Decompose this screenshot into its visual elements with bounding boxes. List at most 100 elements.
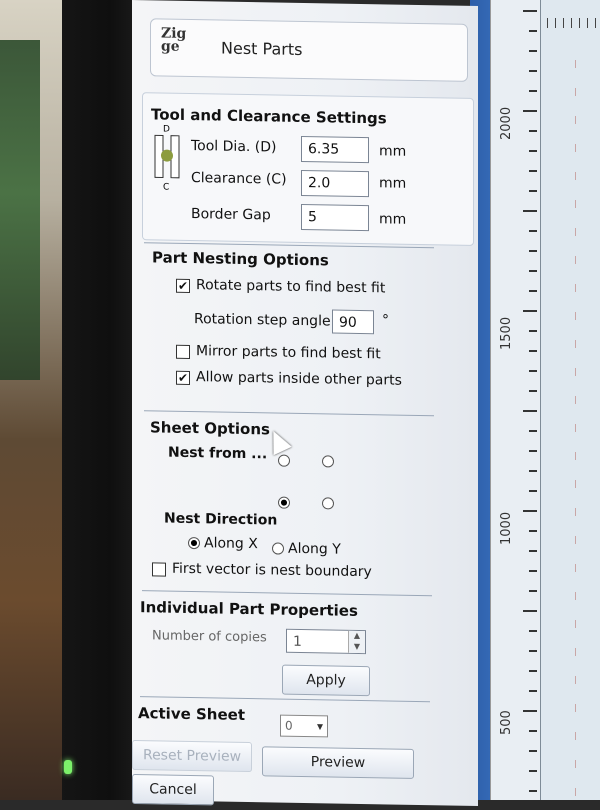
- ruler-tick: [529, 590, 537, 592]
- panel-title: Nest Parts: [221, 38, 303, 59]
- active-sheet-select[interactable]: 0 ▾: [280, 714, 328, 738]
- drawing-canvas[interactable]: [540, 0, 600, 800]
- ruler-tick: [529, 190, 537, 192]
- divider-2: [144, 410, 434, 417]
- sheet-boundary-dash: [575, 284, 576, 292]
- along-y-radio[interactable]: [272, 542, 284, 555]
- sheet-boundary-dash: [575, 200, 576, 208]
- sheet-boundary-dash: [575, 396, 576, 404]
- ruler-label-500: 500: [499, 710, 514, 735]
- spin-up-icon[interactable]: ▲: [349, 631, 365, 642]
- along-x-label: Along X: [204, 535, 258, 553]
- along-x-radio[interactable]: ●: [188, 536, 200, 550]
- tool-dia-input[interactable]: 6.35: [301, 135, 369, 164]
- sheet-boundary-dash: [575, 480, 576, 488]
- ruler-tick: [529, 330, 537, 332]
- apply-button[interactable]: Apply: [282, 664, 370, 697]
- ruler-tick: [523, 10, 537, 12]
- rotation-step-input[interactable]: 90: [332, 309, 374, 335]
- part-properties-title: Individual Part Properties: [140, 598, 358, 620]
- rotate-label: Rotate parts to find best fit: [196, 277, 386, 297]
- mirror-checkbox[interactable]: [176, 344, 190, 360]
- canvas-ruler-tick: [547, 18, 548, 28]
- ruler-tick: [529, 650, 537, 652]
- monitor-bezel: [62, 0, 142, 800]
- nest-from-top-left-radio[interactable]: [278, 454, 290, 467]
- active-sheet-value: 0: [285, 718, 293, 733]
- ruler-tick: [523, 310, 537, 312]
- nest-from-bottom-left-radio[interactable]: ●: [278, 496, 290, 509]
- divider-3: [142, 590, 432, 597]
- canvas-ruler-tick: [579, 18, 580, 28]
- ruler-label-1500: 1500: [499, 316, 514, 350]
- ruler-tick: [529, 550, 537, 552]
- ruler-tick: [529, 370, 537, 372]
- copies-value: 1: [293, 633, 302, 650]
- sheet-boundary-dash: [575, 144, 576, 152]
- copies-label: Number of copies: [152, 628, 267, 646]
- preview-button[interactable]: Preview: [262, 746, 414, 779]
- allow-inside-label: Allow parts inside other parts: [196, 369, 402, 389]
- background-room: [0, 0, 70, 800]
- canvas-ruler-tick: [555, 18, 556, 28]
- ruler-tick: [523, 510, 537, 512]
- tool-clearance-title: Tool and Clearance Settings: [151, 105, 387, 128]
- border-gap-unit: mm: [379, 211, 407, 228]
- spin-down-icon[interactable]: ▼: [349, 642, 365, 653]
- sheet-boundary-dash: [575, 228, 576, 236]
- ruler-tick: [523, 110, 537, 112]
- copies-input[interactable]: 1 ▲ ▼: [286, 628, 366, 655]
- sheet-boundary-dash: [575, 732, 576, 740]
- ruler-tick: [529, 690, 537, 692]
- sheet-boundary-dash: [575, 648, 576, 656]
- rotation-unit: °: [382, 312, 389, 329]
- sheet-boundary-dash: [575, 88, 576, 96]
- clearance-input[interactable]: 2.0: [301, 169, 369, 198]
- sheet-boundary-dash: [575, 760, 576, 768]
- tool-clearance-section: Tool and Clearance Settings D C Tool Dia…: [142, 92, 474, 246]
- power-led: [64, 760, 72, 774]
- sheet-boundary-dash: [575, 508, 576, 516]
- ruler-tick: [523, 610, 537, 612]
- rotation-step-label: Rotation step angle: [194, 311, 331, 330]
- ruler-tick: [529, 90, 537, 92]
- ruler-tick: [529, 130, 537, 132]
- ruler-label-1000: 1000: [499, 511, 514, 545]
- ruler-tick: [529, 270, 537, 272]
- mirror-label: Mirror parts to find best fit: [196, 343, 381, 363]
- ruler-tick: [523, 410, 537, 412]
- sheet-boundary-dash: [575, 536, 576, 544]
- ruler-tick: [529, 70, 537, 72]
- cancel-button[interactable]: Cancel: [132, 774, 214, 806]
- rotate-checkbox[interactable]: ✔: [176, 278, 190, 294]
- ruler-tick: [529, 390, 537, 392]
- ruler-tick: [529, 730, 537, 732]
- active-sheet-label: Active Sheet: [138, 704, 245, 724]
- ruler-tick: [523, 210, 537, 212]
- sheet-boundary-dash: [575, 256, 576, 264]
- reset-preview-button[interactable]: Reset Preview: [132, 740, 252, 773]
- along-y-label: Along Y: [288, 540, 341, 558]
- divider-4: [140, 696, 430, 703]
- check-mark-icon: ✔: [177, 278, 189, 293]
- copies-spinner[interactable]: ▲ ▼: [348, 630, 365, 654]
- canvas-ruler-tick: [571, 18, 572, 28]
- ruler-tick: [529, 630, 537, 632]
- ruler-tick: [529, 350, 537, 352]
- sheet-boundary-dash: [575, 704, 576, 712]
- ruler-tick: [529, 770, 537, 772]
- vertical-ruler: 2000 1500 1000 500: [490, 0, 541, 800]
- sheet-boundary-dash: [575, 340, 576, 348]
- sheet-boundary-dash: [575, 676, 576, 684]
- ruler-tick: [529, 670, 537, 672]
- first-vector-checkbox[interactable]: [152, 562, 166, 577]
- nest-from-top-right-radio[interactable]: [322, 455, 334, 468]
- ruler-tick: [529, 490, 537, 492]
- allow-inside-checkbox[interactable]: ✔: [176, 370, 190, 386]
- panel-header: Zig ge Nest Parts: [150, 18, 468, 82]
- border-gap-input[interactable]: 5: [301, 203, 369, 232]
- nest-from-bottom-right-radio[interactable]: [322, 497, 334, 510]
- ruler-tick: [529, 450, 537, 452]
- ruler-label-2000: 2000: [499, 106, 514, 140]
- ruler-tick: [529, 30, 537, 32]
